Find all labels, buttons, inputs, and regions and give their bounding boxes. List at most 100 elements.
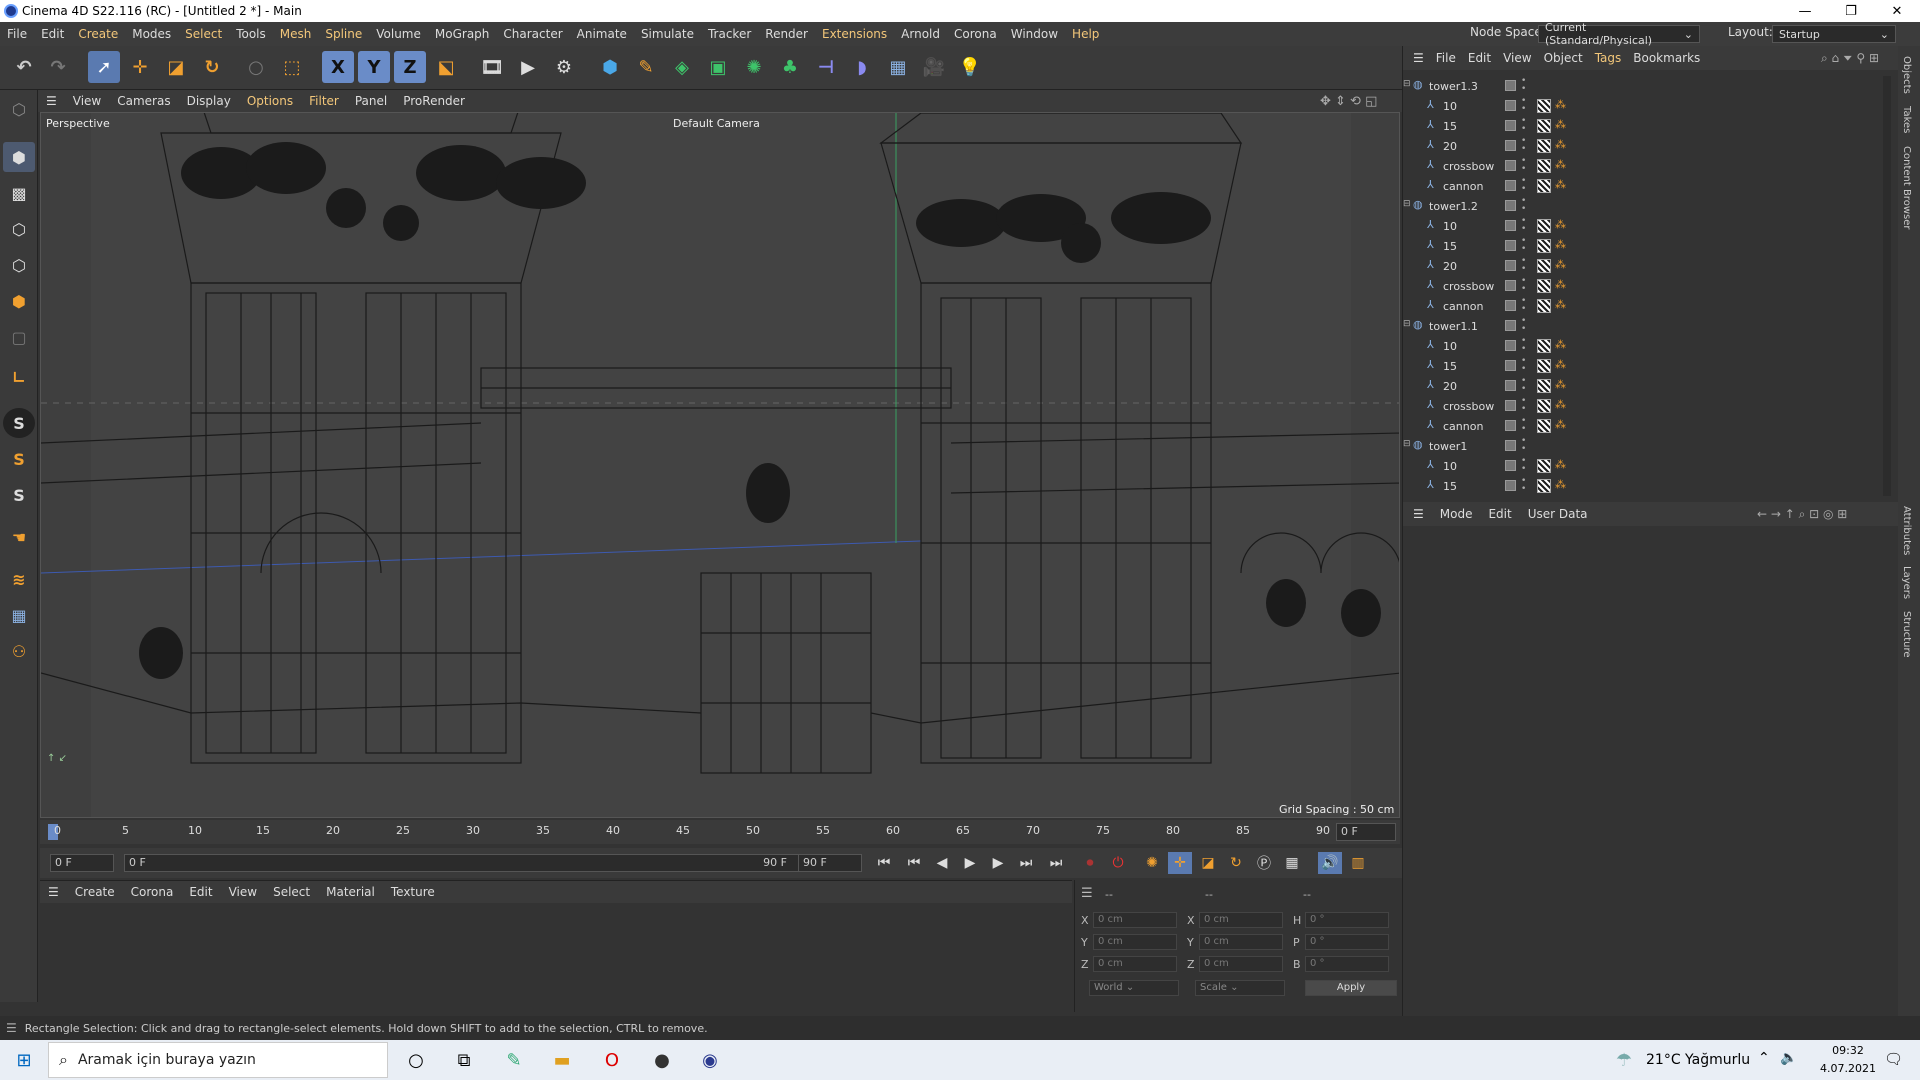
object-name[interactable]: 10 [1443, 100, 1457, 113]
object-group-row[interactable]: ⊟ ◍ tower1 • • [1403, 436, 1883, 456]
collapse-icon[interactable]: ⊟ [1403, 319, 1413, 329]
tab-attributes[interactable]: Attributes [1901, 506, 1912, 555]
layer-box-icon[interactable] [1505, 220, 1516, 231]
floor-icon[interactable]: ▦ [882, 51, 914, 83]
keyframe-selection-icon[interactable]: ✺ [1140, 852, 1164, 874]
visibility-dots-icon[interactable]: • • [1521, 137, 1531, 154]
texture-tag-icon[interactable] [1537, 299, 1551, 313]
menu-simulate[interactable]: Simulate [634, 27, 701, 41]
layer-box-icon[interactable] [1505, 420, 1516, 431]
visibility-dots-icon[interactable]: • • [1521, 477, 1531, 494]
visibility-dots-icon[interactable]: • • [1521, 217, 1531, 234]
tab-takes[interactable]: Takes [1901, 106, 1912, 133]
object-name[interactable]: 15 [1443, 360, 1457, 373]
x-axis-button[interactable]: X [322, 51, 354, 83]
start-frame-field[interactable]: 0 F [50, 854, 114, 872]
phong-tag-icon[interactable]: ⁂ [1555, 418, 1567, 431]
menu-mograph[interactable]: MoGraph [428, 27, 497, 41]
minimize-button[interactable]: — [1782, 0, 1828, 22]
object-name[interactable]: cannon [1443, 180, 1483, 193]
menu-spline[interactable]: Spline [318, 27, 369, 41]
timeline-icon[interactable]: ▥ [1346, 852, 1370, 874]
texture-tag-icon[interactable] [1537, 379, 1551, 393]
layer-box-icon[interactable] [1505, 160, 1516, 171]
snap-options-icon[interactable]: S [3, 480, 35, 510]
object-menu-edit[interactable]: Edit [1462, 51, 1497, 65]
texture-tag-icon[interactable] [1537, 339, 1551, 353]
layer-icon[interactable]: ≋ [3, 564, 35, 594]
phong-tag-icon[interactable]: ⁂ [1555, 118, 1567, 131]
phong-tag-icon[interactable]: ⁂ [1555, 338, 1567, 351]
layer-box-icon[interactable] [1505, 360, 1516, 371]
menu-arnold[interactable]: Arnold [894, 27, 947, 41]
attributes-menu-mode[interactable]: Mode [1432, 507, 1481, 521]
hamburger-icon[interactable]: ☰ [40, 885, 67, 899]
points-mode-icon[interactable]: ⬡ [3, 214, 35, 244]
object-name[interactable]: crossbow [1443, 280, 1494, 293]
material-menu-corona[interactable]: Corona [123, 885, 182, 899]
menu-window[interactable]: Window [1004, 27, 1065, 41]
opera-icon[interactable]: O [598, 1046, 626, 1074]
subdivision-icon[interactable]: ◈ [666, 51, 698, 83]
tray-chevron-icon[interactable]: ⌃ [1758, 1050, 1770, 1066]
object-row[interactable]: ⅄ 10 • • ⁂ [1403, 96, 1883, 116]
object-name[interactable]: tower1.1 [1429, 320, 1478, 333]
size-x-field[interactable]: 0 cm [1199, 912, 1283, 928]
layer-box-icon[interactable] [1505, 180, 1516, 191]
hamburger-icon[interactable]: ☰ [1081, 886, 1093, 901]
phong-tag-icon[interactable]: ⁂ [1555, 298, 1567, 311]
camera-icon[interactable]: 🎥 [918, 51, 950, 83]
visibility-dots-icon[interactable]: • • [1521, 377, 1531, 394]
render-region-icon[interactable]: 🎞 [476, 51, 508, 83]
object-name[interactable]: tower1 [1429, 440, 1467, 453]
object-name[interactable]: 10 [1443, 340, 1457, 353]
edges-mode-icon[interactable]: ⬡ [3, 250, 35, 280]
object-menu-object[interactable]: Object [1538, 51, 1589, 65]
texture-tag-icon[interactable] [1537, 419, 1551, 433]
visibility-dots-icon[interactable]: • • [1521, 397, 1531, 414]
taskbar-date[interactable]: 4.07.2021 [1816, 1062, 1880, 1075]
taskbar-time[interactable]: 09:32 [1816, 1044, 1880, 1057]
object-row[interactable]: ⅄ cannon • • ⁂ [1403, 296, 1883, 316]
volume-icon[interactable]: 🔈 [1780, 1050, 1797, 1066]
phong-tag-icon[interactable]: ⁂ [1555, 458, 1567, 471]
object-row[interactable]: ⅄ crossbow • • ⁂ [1403, 396, 1883, 416]
end-frame-field[interactable]: 90 F [798, 854, 862, 872]
object-row[interactable]: ⅄ 20 • • ⁂ [1403, 376, 1883, 396]
rotation-b-field[interactable]: 0 ° [1305, 956, 1389, 972]
timeline-ruler[interactable]: 0 5 10 15 20 25 30 35 40 45 50 55 60 65 … [40, 820, 1400, 844]
snap-settings-icon[interactable]: S [3, 444, 35, 474]
go-to-start-icon[interactable]: ⏮ [872, 852, 896, 874]
viewport-menu-options[interactable]: Options [239, 94, 301, 108]
collapse-icon[interactable]: ⊟ [1403, 79, 1413, 89]
object-menu-view[interactable]: View [1497, 51, 1537, 65]
visibility-dots-icon[interactable]: • • [1521, 237, 1531, 254]
deformer-icon[interactable]: ⊣ [810, 51, 842, 83]
world-dropdown[interactable]: World ⌄ [1089, 980, 1179, 996]
layer-box-icon[interactable] [1505, 480, 1516, 491]
menu-render[interactable]: Render [758, 27, 815, 41]
viewport-menu-filter[interactable]: Filter [301, 94, 347, 108]
cinema4d-taskbar-icon[interactable]: ◉ [696, 1046, 724, 1074]
search-icon[interactable]: ⌕ ⌂ ⏷ ⚲ ⊞ [1821, 51, 1879, 66]
menu-edit[interactable]: Edit [34, 27, 71, 41]
viewport-menu-display[interactable]: Display [179, 94, 239, 108]
phong-tag-icon[interactable]: ⁂ [1555, 158, 1567, 171]
visibility-dots-icon[interactable]: • • [1521, 417, 1531, 434]
visibility-dots-icon[interactable]: • • [1521, 117, 1531, 134]
object-name[interactable]: cannon [1443, 420, 1483, 433]
texture-tag-icon[interactable] [1537, 219, 1551, 233]
key-position-icon[interactable]: ✛ [1168, 852, 1192, 874]
phong-tag-icon[interactable]: ⁂ [1555, 138, 1567, 151]
object-name[interactable]: 15 [1443, 240, 1457, 253]
object-row[interactable]: ⅄ 10 • • ⁂ [1403, 456, 1883, 476]
phong-tag-icon[interactable]: ⁂ [1555, 238, 1567, 251]
object-name[interactable]: 15 [1443, 120, 1457, 133]
layer-box-icon[interactable] [1505, 460, 1516, 471]
object-row[interactable]: ⅄ 15 • • ⁂ [1403, 236, 1883, 256]
object-name[interactable]: 20 [1443, 380, 1457, 393]
hamburger-icon[interactable]: ☰ [6, 1021, 17, 1035]
texture-tag-icon[interactable] [1537, 359, 1551, 373]
lock-axis-icon[interactable]: ⚇ [3, 636, 35, 666]
texture-tag-icon[interactable] [1537, 239, 1551, 253]
